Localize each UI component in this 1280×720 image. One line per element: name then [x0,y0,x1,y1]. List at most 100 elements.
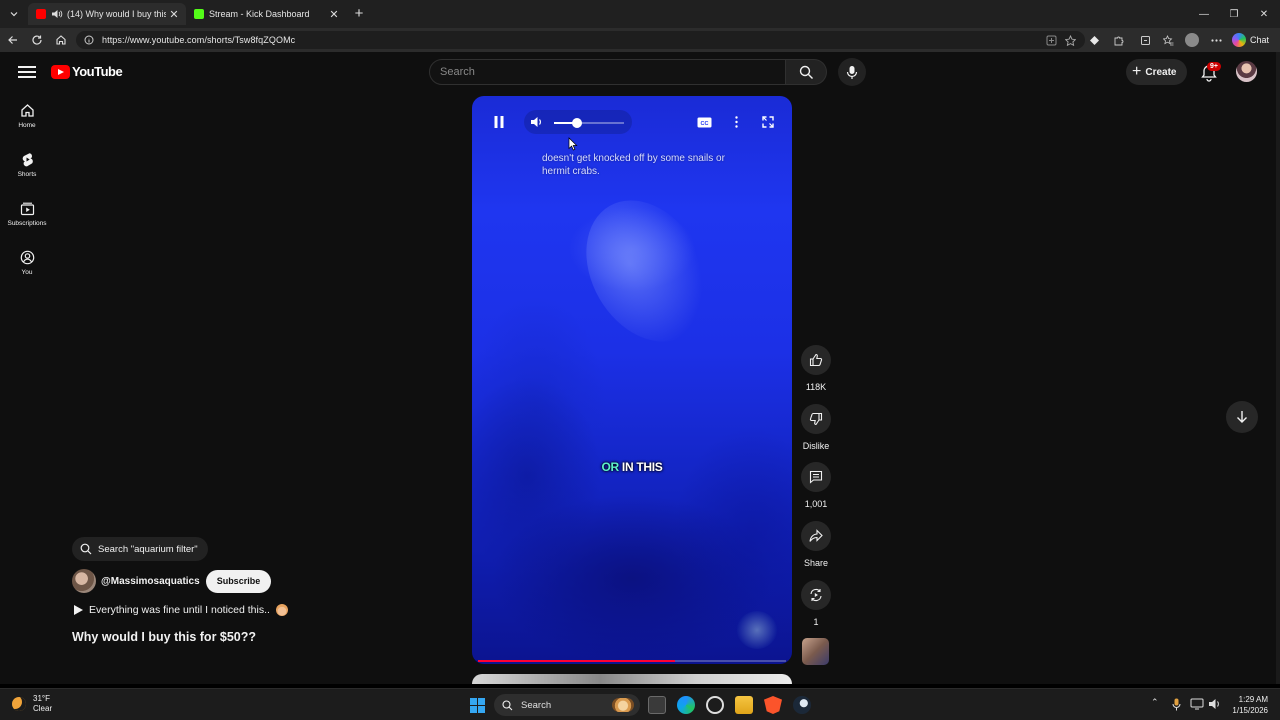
extensions-icon[interactable] [1137,32,1153,48]
favorite-star-icon[interactable] [1062,32,1078,48]
menu-hamburger-icon[interactable] [18,64,36,80]
share-action[interactable]: Share [798,521,834,568]
search-input[interactable] [440,66,785,78]
profile-icon[interactable] [1184,32,1200,48]
dislike-label: Dislike [802,441,830,451]
steam-icon[interactable] [793,696,811,714]
tray-volume-icon[interactable] [1208,698,1222,710]
minimize-button[interactable]: — [1188,0,1220,28]
search-field[interactable] [429,59,786,85]
captions-button[interactable]: CC [693,111,715,133]
taskbar-search-label: Search [521,699,552,711]
volume-slider-thumb[interactable] [572,117,583,128]
back-button[interactable] [5,32,21,48]
brave-browser-icon[interactable] [764,696,782,714]
taskbar-search[interactable]: Search [494,694,640,716]
create-label: Create [1145,66,1177,78]
tray-overflow-icon[interactable]: ⌃ [1151,697,1159,708]
new-tab-button[interactable]: + [350,5,368,23]
fullscreen-button[interactable] [757,111,779,133]
close-window-button[interactable]: ✕ [1248,0,1280,28]
tab-title: Stream - Kick Dashboard [209,9,310,19]
volume-control[interactable] [524,110,632,134]
file-explorer-icon[interactable] [735,696,753,714]
comment-icon [809,470,823,484]
search-highlight-icon [612,698,634,712]
comments-action[interactable]: 1,001 [798,462,834,509]
channel-avatar[interactable] [72,569,96,593]
subscribe-button[interactable]: Subscribe [205,569,272,593]
video-progress-fill [478,660,676,662]
next-short-preview[interactable] [472,674,792,684]
comments-button[interactable] [801,462,831,492]
clock-date: 1/15/2026 [1232,706,1268,715]
moon-weather-icon [12,697,26,711]
page-scrollbar[interactable] [1276,52,1280,684]
search-button[interactable] [786,59,827,85]
screen-recorder-icon[interactable] [706,696,724,714]
like-action[interactable]: 118K [798,345,834,392]
dislike-button[interactable] [801,404,831,434]
tab-youtube[interactable]: (14) Why would I buy this for ✕ [28,3,186,25]
close-tab-icon[interactable]: ✕ [326,6,342,22]
tray-display-icon[interactable] [1190,698,1204,710]
temperature: 31°F [33,694,50,703]
dislike-action[interactable]: Dislike [798,404,834,451]
taskbar-clock[interactable]: 1:29 AM 1/15/2026 [1228,694,1268,716]
sidebar-item-subscriptions[interactable]: Subscriptions [0,190,54,238]
tab-list-button[interactable] [4,4,24,24]
pause-button[interactable] [488,111,510,133]
close-tab-icon[interactable]: ✕ [166,6,182,22]
description-row[interactable]: Everything was fine until I noticed this… [74,604,288,616]
account-avatar[interactable] [1236,61,1257,82]
more-actions-button[interactable] [725,111,747,133]
restore-button[interactable]: ❐ [1218,0,1250,28]
edge-browser-icon[interactable] [677,696,695,714]
channel-sound-thumbnail[interactable] [802,638,829,665]
burned-in-caption: OR IN THIS [472,460,792,474]
search-suggestion-chip[interactable]: Search "aquarium filter" [72,537,208,561]
start-button[interactable] [470,698,485,713]
home-button[interactable] [53,32,69,48]
url-text: https://www.youtube.com/shorts/Tsw8fqZQO… [102,35,296,45]
volume-slider[interactable] [554,117,624,128]
remix-action[interactable]: 1 [798,580,834,627]
fullscreen-icon [762,116,774,128]
sidebar-item-home[interactable]: Home [0,92,54,140]
url-field[interactable]: https://www.youtube.com/shorts/Tsw8fqZQO… [76,31,1085,49]
youtube-logo[interactable]: YouTube [51,64,123,79]
extension-diamond-icon[interactable] [1086,32,1102,48]
voice-search-button[interactable] [838,58,866,86]
task-view-icon[interactable] [648,696,666,714]
video-caption-text: doesn't get knocked off by some snails o… [542,153,725,177]
remix-button[interactable] [801,580,831,610]
tab-kick[interactable]: Stream - Kick Dashboard ✕ [186,3,346,25]
extension-puzzle-icon[interactable] [1110,32,1126,48]
volume-icon[interactable] [530,116,544,128]
windows-taskbar: 31°F Clear Search ⌃ 1:29 AM 1/15/2026 [0,688,1280,720]
pause-icon [494,116,504,128]
sidebar-item-you[interactable]: You [0,239,54,287]
microphone-icon [846,65,858,79]
favorites-icon[interactable] [1160,32,1176,48]
sidebar-item-label: Shorts [17,171,37,178]
sidebar-item-shorts[interactable]: Shorts [0,141,54,189]
refresh-button[interactable] [29,32,45,48]
create-button[interactable]: + Create [1126,59,1188,85]
next-video-button[interactable] [1226,401,1258,433]
tray-microphone-icon[interactable] [1172,698,1181,711]
more-options-icon[interactable] [1208,32,1224,48]
app-available-icon[interactable] [1043,32,1059,48]
comment-count: 1,001 [804,499,828,509]
like-button[interactable] [801,345,831,375]
speaker-icon[interactable] [51,9,63,19]
video-progress-bar[interactable] [478,660,786,662]
channel-name[interactable]: @Massimosaquatics [101,576,200,587]
share-button[interactable] [801,521,831,551]
copilot-chat-button[interactable]: Chat [1232,31,1269,49]
site-info-icon[interactable] [82,35,96,45]
more-vertical-icon [734,116,738,128]
weather-widget[interactable]: 31°F Clear [12,694,52,714]
shorts-video-player[interactable]: CC doesn't get knocked off by some snail… [472,96,792,664]
sidebar-item-label: Subscriptions [7,220,47,227]
